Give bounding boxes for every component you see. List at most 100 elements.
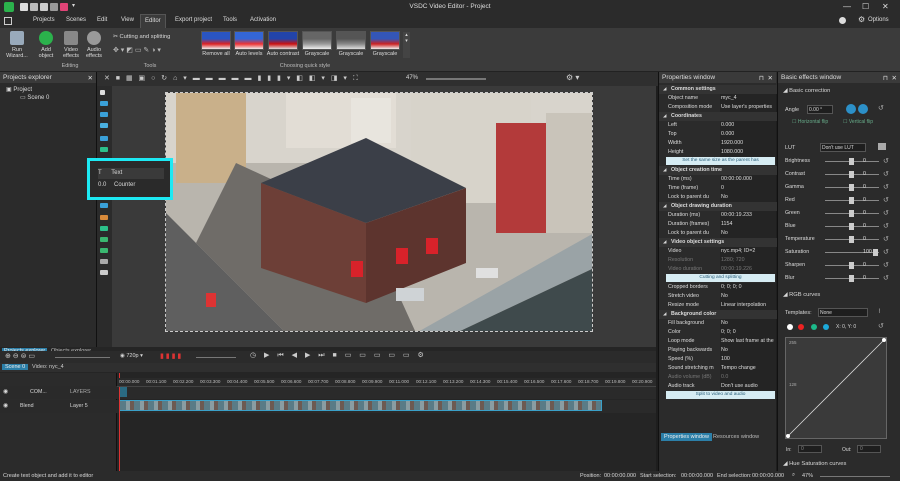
- property-section[interactable]: Background color ◢: [659, 310, 777, 319]
- add-image-icon[interactable]: [100, 123, 108, 128]
- slider-knob[interactable]: [849, 197, 854, 204]
- reset-icon[interactable]: ↺: [883, 157, 889, 165]
- reset-icon[interactable]: ↺: [883, 209, 889, 217]
- style-thumb-auto-levels[interactable]: [234, 31, 264, 50]
- style-thumb-remove-all[interactable]: [201, 31, 231, 50]
- collapse-icon[interactable]: ◢: [663, 86, 666, 92]
- property-section[interactable]: Video object settings ◢: [659, 238, 777, 247]
- cutting-splitting-button[interactable]: ✂ Cutting and splitting: [113, 34, 170, 40]
- add-effect-icon[interactable]: [100, 226, 108, 231]
- collapse-icon[interactable]: ◢: [663, 203, 666, 209]
- slider-knob[interactable]: [873, 249, 878, 256]
- pin-icon[interactable]: ⊓: [759, 74, 764, 82]
- slider-knob[interactable]: [849, 223, 854, 230]
- menu-scenes[interactable]: Scenes: [62, 17, 90, 23]
- property-section[interactable]: Object drawing duration ◢: [659, 202, 777, 211]
- curve-editor[interactable]: [785, 337, 887, 439]
- property-value[interactable]: No: [720, 346, 776, 355]
- move-icon[interactable]: [100, 270, 108, 275]
- styles-scroll-icon[interactable]: ▴ ▾: [403, 32, 410, 58]
- property-value[interactable]: Tempo change: [720, 364, 776, 373]
- property-value[interactable]: Use layer's properties: [720, 103, 776, 112]
- rotate-right-icon[interactable]: [858, 104, 868, 114]
- visibility-eye-icon[interactable]: ◉: [3, 388, 8, 395]
- property-value[interactable]: Linear interpolation: [720, 301, 776, 310]
- timeline-zoom-slider[interactable]: [55, 357, 110, 358]
- menu-view[interactable]: View: [117, 17, 138, 23]
- slider-red[interactable]: Red 0 ↺: [783, 196, 899, 206]
- slider-knob[interactable]: [849, 184, 854, 191]
- add-chart-icon[interactable]: [100, 203, 108, 208]
- channel-green-dot[interactable]: [811, 324, 817, 330]
- menu-toggle-icon[interactable]: [4, 17, 12, 25]
- slider-temperature[interactable]: Temperature 0 ↺: [783, 235, 899, 245]
- add-audio-icon[interactable]: [100, 112, 108, 117]
- property-section[interactable]: Coordinates ◢: [659, 112, 777, 121]
- be-close-icon[interactable]: ✕: [892, 74, 897, 82]
- rgb-curves-header[interactable]: ◢ RGB curves: [783, 292, 820, 298]
- property-value[interactable]: 0; 0; 0: [720, 328, 776, 337]
- tools-icons[interactable]: ✥ ▾ ◩ ▭ ✎ ◑ ▾: [113, 46, 161, 54]
- property-section[interactable]: Common settings ◢: [659, 85, 777, 94]
- lut-folder-icon[interactable]: [878, 143, 886, 150]
- add-layer-icon[interactable]: [100, 237, 108, 242]
- property-value[interactable]: 0.000: [720, 121, 776, 130]
- audio-effects-button[interactable]: Audio effects: [83, 31, 105, 59]
- breadcrumb-video[interactable]: Video: nyc_4: [32, 364, 64, 370]
- channel-blue-dot[interactable]: [823, 324, 829, 330]
- slider-knob[interactable]: [849, 171, 854, 178]
- maximize-icon[interactable]: ☐: [862, 2, 869, 11]
- property-value[interactable]: No: [720, 292, 776, 301]
- collapse-icon[interactable]: ◢: [663, 167, 666, 173]
- tree-project[interactable]: ▣ Project: [6, 86, 32, 93]
- menu-tools[interactable]: Tools: [219, 17, 241, 23]
- style-thumb-grayscale-1[interactable]: [302, 31, 332, 50]
- options-button[interactable]: Options: [864, 17, 893, 23]
- reset-icon[interactable]: ↺: [883, 248, 889, 256]
- reset-icon[interactable]: ↺: [883, 235, 889, 243]
- status-zoom-slider[interactable]: [820, 476, 890, 477]
- hue-saturation-header[interactable]: ◢ Hue Saturation curves: [783, 461, 846, 467]
- property-value[interactable]: No: [720, 319, 776, 328]
- property-value[interactable]: 0; 0; 0; 0: [720, 283, 776, 292]
- basic-correction-header[interactable]: ◢ Basic correction: [783, 88, 830, 94]
- style-thumb-grayscale-3[interactable]: [370, 31, 400, 50]
- playhead[interactable]: [119, 373, 120, 471]
- style-grayscale-3[interactable]: Grayscale: [365, 51, 405, 57]
- video-frame[interactable]: [165, 92, 593, 332]
- lut-select[interactable]: Don't use LUT: [820, 143, 866, 152]
- property-value[interactable]: No: [720, 229, 776, 238]
- property-value[interactable]: nyc.mp4; ID=2: [720, 247, 776, 256]
- property-value[interactable]: 1154: [720, 220, 776, 229]
- panel-close-icon[interactable]: ✕: [88, 74, 93, 82]
- in-input[interactable]: 0: [798, 445, 822, 453]
- minimize-icon[interactable]: —: [843, 2, 851, 11]
- property-value[interactable]: 00:00:19.233: [720, 211, 776, 220]
- settings-icon[interactable]: ⚙ ▾: [566, 73, 579, 82]
- user-icon[interactable]: [839, 17, 846, 24]
- slider-knob[interactable]: [849, 275, 854, 282]
- style-thumb-auto-contrast[interactable]: [268, 31, 298, 50]
- playback-controls[interactable]: ◷ ▶ ⏮ ◀ ▶ ⏭ ■ ▭ ▭ ▭ ▭ ▭ ⚙: [250, 351, 427, 360]
- property-value[interactable]: 1920.000: [720, 139, 776, 148]
- slider-brightness[interactable]: Brightness 0 ↺: [783, 157, 899, 167]
- property-section[interactable]: Object creation time ◢: [659, 166, 777, 175]
- property-action-button[interactable]: Cutting and splitting: [666, 274, 775, 282]
- slider-contrast[interactable]: Contrast 0 ↺: [783, 170, 899, 180]
- zoom-value[interactable]: 47%: [406, 75, 418, 81]
- slider-knob[interactable]: [849, 236, 854, 243]
- properties-close-icon[interactable]: ✕: [768, 74, 773, 82]
- menu-activation[interactable]: Activation: [246, 17, 280, 23]
- curve-type-icon[interactable]: ⌇: [878, 308, 881, 315]
- property-action-button[interactable]: Split to video and audio: [666, 391, 775, 399]
- be-pin-icon[interactable]: ⊓: [883, 74, 888, 82]
- zoom-slider[interactable]: [426, 78, 486, 80]
- property-value[interactable]: 1280; 720: [720, 256, 776, 265]
- property-value[interactable]: Don't use audio: [720, 382, 776, 391]
- reset-icon[interactable]: ↺: [883, 274, 889, 282]
- angle-input[interactable]: 0.00 °: [807, 105, 833, 114]
- property-value[interactable]: 1080.000: [720, 148, 776, 157]
- channel-white-dot[interactable]: [787, 324, 793, 330]
- tab-properties-window[interactable]: Properties window: [661, 433, 712, 441]
- breadcrumb-scene[interactable]: Scene 0: [2, 364, 29, 370]
